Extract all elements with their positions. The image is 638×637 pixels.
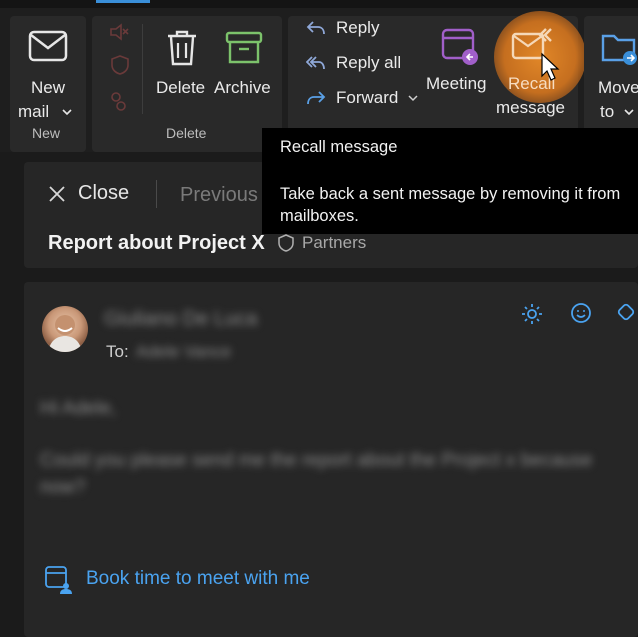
meeting-icon [441,28,478,65]
active-tab-indicator [96,0,150,3]
close-button[interactable]: Close [48,182,129,205]
sensitivity-tag[interactable]: Partners [278,233,366,253]
reply-all-button[interactable]: Reply all [306,53,401,73]
forward-button[interactable]: Forward [306,88,418,108]
link-icon[interactable] [616,302,638,326]
archive-icon [225,31,263,64]
close-icon [49,185,65,202]
archive-button[interactable]: Archive [212,16,276,116]
divider [142,24,143,114]
forward-icon [307,91,326,105]
message-subject: Report about Project X [48,232,265,254]
to-label: To: [106,342,129,361]
chevron-down-icon [624,109,634,116]
divider [156,180,157,208]
group-label-new: New [32,125,61,141]
previous-button[interactable]: Previous [180,184,258,207]
close-label: Close [78,182,130,204]
message-greeting: Hi Adele, [40,398,117,419]
sun-icon[interactable] [520,302,544,326]
ignore-icon [110,23,129,41]
book-time-label: Book time to meet with me [86,568,310,589]
sender-name: Giuliano De Luca [104,308,258,330]
archive-label: Archive [214,78,271,97]
move-label-1: Move [598,78,638,97]
new-mail-button[interactable]: New mail [10,16,86,124]
new-mail-label: New [30,78,65,97]
reply-all-label: Reply all [336,53,402,72]
reply-icon [306,21,325,35]
tag-label: Partners [302,233,367,252]
emoji-icon[interactable] [570,302,592,324]
chevron-down-icon [62,109,72,116]
sweep-icon [111,92,126,111]
book-time-link[interactable]: Book time to meet with me [44,564,310,594]
message-body-line: Could you please send me the report abou… [40,450,593,471]
move-to-button[interactable]: Move to [590,16,638,121]
forward-label: Forward [336,88,399,107]
avatar[interactable] [42,306,88,352]
mail-icon [28,30,68,62]
delete-label: Delete [156,78,206,97]
calendar-person-icon [45,566,72,594]
report-icon [111,55,129,75]
delete-button[interactable]: Delete [150,16,214,116]
move-label-2: to [600,102,615,121]
reply-all-icon [306,56,325,70]
group-label-delete: Delete [166,125,207,141]
top-bar [0,0,638,8]
person-photo-icon [48,315,82,352]
message-body-line-2: now? [40,477,86,498]
mouse-cursor-icon [541,52,560,81]
recipient-name: Adele Vance [136,342,232,361]
shield-icon [278,234,294,252]
meeting-label: Meeting [426,74,487,93]
reply-button[interactable]: Reply [306,18,379,38]
tooltip-description: Take back a sent message by removing it … [280,185,621,203]
tooltip-description-2: mailboxes. [280,207,359,225]
new-mail-label-2: mail [18,102,50,121]
message-card: Giuliano De Luca To: Adele Vance Hi Adel… [24,282,638,637]
tooltip-title: Recall message [280,138,398,156]
recall-label-2: message [496,98,565,117]
reply-label: Reply [336,18,380,37]
folder-move-icon [601,34,637,65]
chevron-down-icon [408,95,418,102]
trash-icon [168,30,196,66]
meeting-button[interactable]: Meeting [422,16,496,116]
recall-tooltip: Recall message Take back a sent message … [262,128,638,234]
